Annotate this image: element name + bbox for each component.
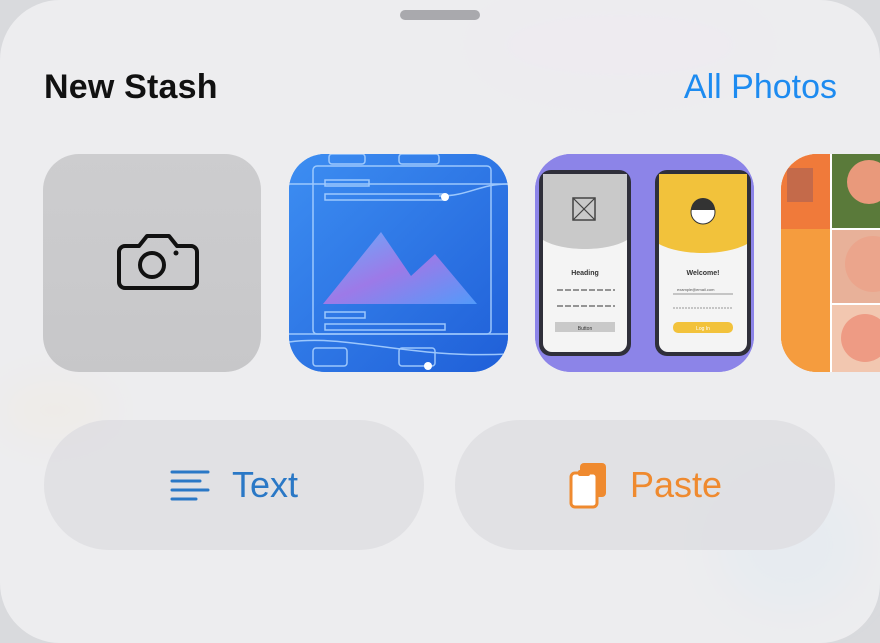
blueprint-mountain-image <box>289 154 508 372</box>
paste-button[interactable]: Paste <box>455 420 835 550</box>
sheet-title: New Stash <box>44 68 218 106</box>
photo-thumbnail-blueprint[interactable] <box>289 154 508 372</box>
wireframe-login-text: Log In <box>696 326 710 332</box>
new-stash-sheet: New Stash All Photos Heading Button Welc… <box>0 0 880 643</box>
paste-button-label: Paste <box>629 464 723 505</box>
wireframe-button-text: Button <box>578 326 593 332</box>
camera-icon <box>117 234 199 290</box>
wireframe-welcome-text: Welcome! <box>687 270 720 277</box>
wireframe-heading-text: Heading <box>571 270 599 277</box>
wireframe-phones-image: Heading Button Welcome! example@email.co… <box>535 154 754 372</box>
flowers-image <box>781 154 880 372</box>
text-button-label: Text <box>231 464 299 505</box>
wireframe-email-text: example@email.com <box>677 287 715 292</box>
sheet-grabber[interactable] <box>400 10 480 20</box>
photo-thumbnail-flowers[interactable] <box>781 154 880 372</box>
text-lines-icon <box>170 469 210 501</box>
clipboard-paste-icon <box>568 461 608 509</box>
all-photos-link[interactable]: All Photos <box>684 68 837 107</box>
camera-tile[interactable] <box>43 154 261 372</box>
text-button[interactable]: Text <box>44 420 424 550</box>
photo-thumbnail-wireframes[interactable]: Heading Button Welcome! example@email.co… <box>535 154 754 372</box>
